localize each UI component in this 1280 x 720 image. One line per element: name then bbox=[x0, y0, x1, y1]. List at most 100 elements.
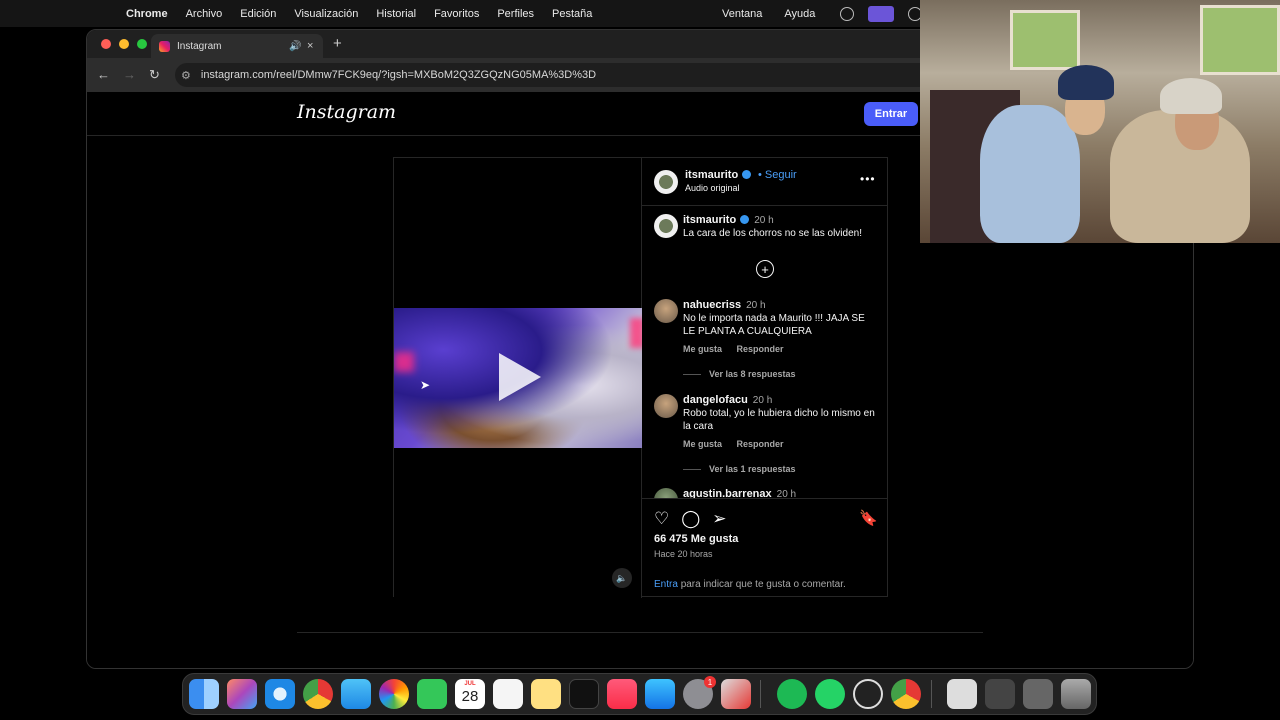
like-comment-button[interactable]: Me gusta bbox=[683, 439, 722, 449]
play-icon[interactable] bbox=[499, 353, 541, 401]
mail-icon[interactable] bbox=[341, 679, 371, 709]
reel-post: ➤ 🔈 itsmaurito • Seguir Audio original •… bbox=[393, 157, 888, 598]
reply-button[interactable]: Responder bbox=[737, 439, 784, 449]
iphone-mirroring-icon[interactable] bbox=[721, 679, 751, 709]
safari-icon[interactable] bbox=[265, 679, 295, 709]
avatar[interactable] bbox=[654, 488, 678, 498]
menu-item-perfiles[interactable]: Perfiles bbox=[497, 8, 534, 20]
video-light bbox=[394, 352, 414, 372]
tab-instagram[interactable]: Instagram 🔊 × bbox=[151, 34, 323, 58]
speaker-icon[interactable]: 🔊 bbox=[289, 41, 301, 52]
reply-button[interactable]: Responder bbox=[737, 344, 784, 354]
avatar[interactable] bbox=[654, 394, 678, 418]
post-header: itsmaurito • Seguir Audio original ••• bbox=[642, 158, 888, 206]
instagram-logo[interactable]: Instagram bbox=[297, 101, 396, 123]
login-prompt: Entra para indicar que te gusta o coment… bbox=[654, 579, 846, 590]
site-settings-icon[interactable]: ⚙ bbox=[181, 69, 191, 82]
more-options-icon[interactable]: ••• bbox=[860, 172, 876, 186]
verified-icon bbox=[740, 215, 750, 224]
apple-tv-icon[interactable] bbox=[569, 679, 599, 709]
video-thumbnail[interactable]: ➤ bbox=[394, 308, 642, 448]
window-controls bbox=[101, 39, 147, 49]
reload-icon[interactable]: ↻ bbox=[149, 67, 160, 83]
post-actions: ♡ ◯ ➢ bbox=[654, 509, 727, 529]
view-replies-button[interactable]: Ver las 8 respuestas bbox=[683, 369, 796, 379]
load-more-comments-icon[interactable]: + bbox=[756, 260, 774, 278]
minimize-window-button[interactable] bbox=[119, 39, 129, 49]
reminders-icon[interactable] bbox=[493, 679, 523, 709]
menu-item-pestana[interactable]: Pestaña bbox=[552, 8, 592, 20]
login-button[interactable]: Entrar bbox=[864, 102, 918, 126]
cap-image bbox=[1160, 78, 1222, 114]
likes-count[interactable]: 66 475 Me gusta bbox=[654, 533, 738, 545]
comment-text: No le importa nada a Maurito !!! JAJA SE… bbox=[683, 313, 865, 337]
volume-icon[interactable]: 🔈 bbox=[612, 568, 632, 588]
menu-item-visualizacion[interactable]: Visualización bbox=[294, 8, 358, 20]
comment-author[interactable]: dangelofacu 20 h bbox=[683, 394, 772, 406]
video-area[interactable]: ➤ 🔈 bbox=[394, 158, 642, 598]
avatar[interactable] bbox=[654, 299, 678, 323]
comment-author[interactable]: agustin.barrenax 20 h bbox=[683, 488, 796, 498]
instagram-favicon-icon bbox=[159, 40, 170, 52]
system-settings-icon[interactable]: 1 bbox=[683, 676, 716, 709]
divider bbox=[297, 632, 983, 633]
caption-author[interactable]: itsmaurito 20 h bbox=[683, 214, 774, 226]
list-item: agustin.barrenax 20 h bbox=[642, 484, 888, 498]
downloads-folder-icon[interactable] bbox=[1023, 679, 1053, 709]
menu-item-ventana[interactable]: Ventana bbox=[722, 8, 762, 20]
like-icon[interactable]: ♡ bbox=[654, 509, 669, 529]
calendar-icon[interactable]: JUL 28 bbox=[455, 679, 485, 709]
screen-share-icon[interactable] bbox=[868, 5, 894, 22]
menu-app-name[interactable]: Chrome bbox=[126, 8, 168, 20]
dock: JUL 28 1 bbox=[182, 673, 1097, 715]
menu-item-archivo[interactable]: Archivo bbox=[186, 8, 223, 20]
close-window-button[interactable] bbox=[101, 39, 111, 49]
post-sidebar: itsmaurito • Seguir Audio original ••• i… bbox=[642, 158, 888, 598]
chrome-icon[interactable] bbox=[303, 679, 333, 709]
screenshot-folder-icon[interactable] bbox=[985, 679, 1015, 709]
post-timestamp: Hace 20 horas bbox=[654, 549, 713, 559]
obs-icon[interactable] bbox=[853, 679, 883, 709]
facetime-icon[interactable] bbox=[417, 679, 447, 709]
divider bbox=[683, 468, 701, 470]
whatsapp-icon[interactable] bbox=[815, 679, 845, 709]
comment-author[interactable]: nahuecriss 20 h bbox=[683, 299, 766, 311]
comment-actions: Me gusta Responder bbox=[683, 439, 796, 449]
close-tab-button[interactable]: × bbox=[307, 40, 313, 52]
music-icon[interactable] bbox=[607, 679, 637, 709]
login-link[interactable]: Entra bbox=[654, 579, 678, 590]
post-author[interactable]: itsmaurito bbox=[685, 169, 752, 181]
launchpad-icon[interactable] bbox=[227, 679, 257, 709]
avatar[interactable] bbox=[654, 170, 678, 194]
finder-icon[interactable] bbox=[189, 679, 219, 709]
bookmark-icon[interactable]: 🔖 bbox=[859, 509, 878, 527]
window-image bbox=[1010, 10, 1080, 70]
trash-icon[interactable] bbox=[1061, 679, 1091, 709]
menu-item-ayuda[interactable]: Ayuda bbox=[784, 8, 815, 20]
avatar[interactable] bbox=[654, 214, 678, 238]
comment-icon[interactable]: ◯ bbox=[681, 509, 700, 529]
document-icon[interactable] bbox=[947, 679, 977, 709]
comment-text: Robo total, yo le hubiera dicho lo mismo… bbox=[683, 408, 875, 432]
zoom-window-button[interactable] bbox=[137, 39, 147, 49]
view-replies-button[interactable]: Ver las 1 respuestas bbox=[683, 464, 796, 474]
status-icon[interactable] bbox=[840, 6, 854, 21]
like-comment-button[interactable]: Me gusta bbox=[683, 344, 722, 354]
spotify-icon[interactable] bbox=[777, 679, 807, 709]
new-tab-button[interactable]: + bbox=[333, 35, 342, 52]
back-icon[interactable]: ← bbox=[97, 67, 110, 82]
menu-item-edicion[interactable]: Edición bbox=[240, 8, 276, 20]
audio-label[interactable]: Audio original bbox=[685, 183, 740, 193]
app-store-icon[interactable] bbox=[645, 679, 675, 709]
forward-icon[interactable]: → bbox=[123, 67, 136, 82]
dock-separator bbox=[760, 680, 761, 708]
follow-button[interactable]: • Seguir bbox=[758, 169, 797, 181]
share-icon[interactable]: ➢ bbox=[712, 509, 726, 529]
divider bbox=[683, 373, 701, 375]
url-text[interactable]: instagram.com/reel/DMmw7FCK9eq/?igsh=MXB… bbox=[201, 69, 596, 81]
notes-icon[interactable] bbox=[531, 679, 561, 709]
menu-item-favoritos[interactable]: Favoritos bbox=[434, 8, 479, 20]
photos-icon[interactable] bbox=[379, 679, 409, 709]
menu-item-historial[interactable]: Historial bbox=[376, 8, 416, 20]
chrome-profile-icon[interactable] bbox=[891, 679, 921, 709]
